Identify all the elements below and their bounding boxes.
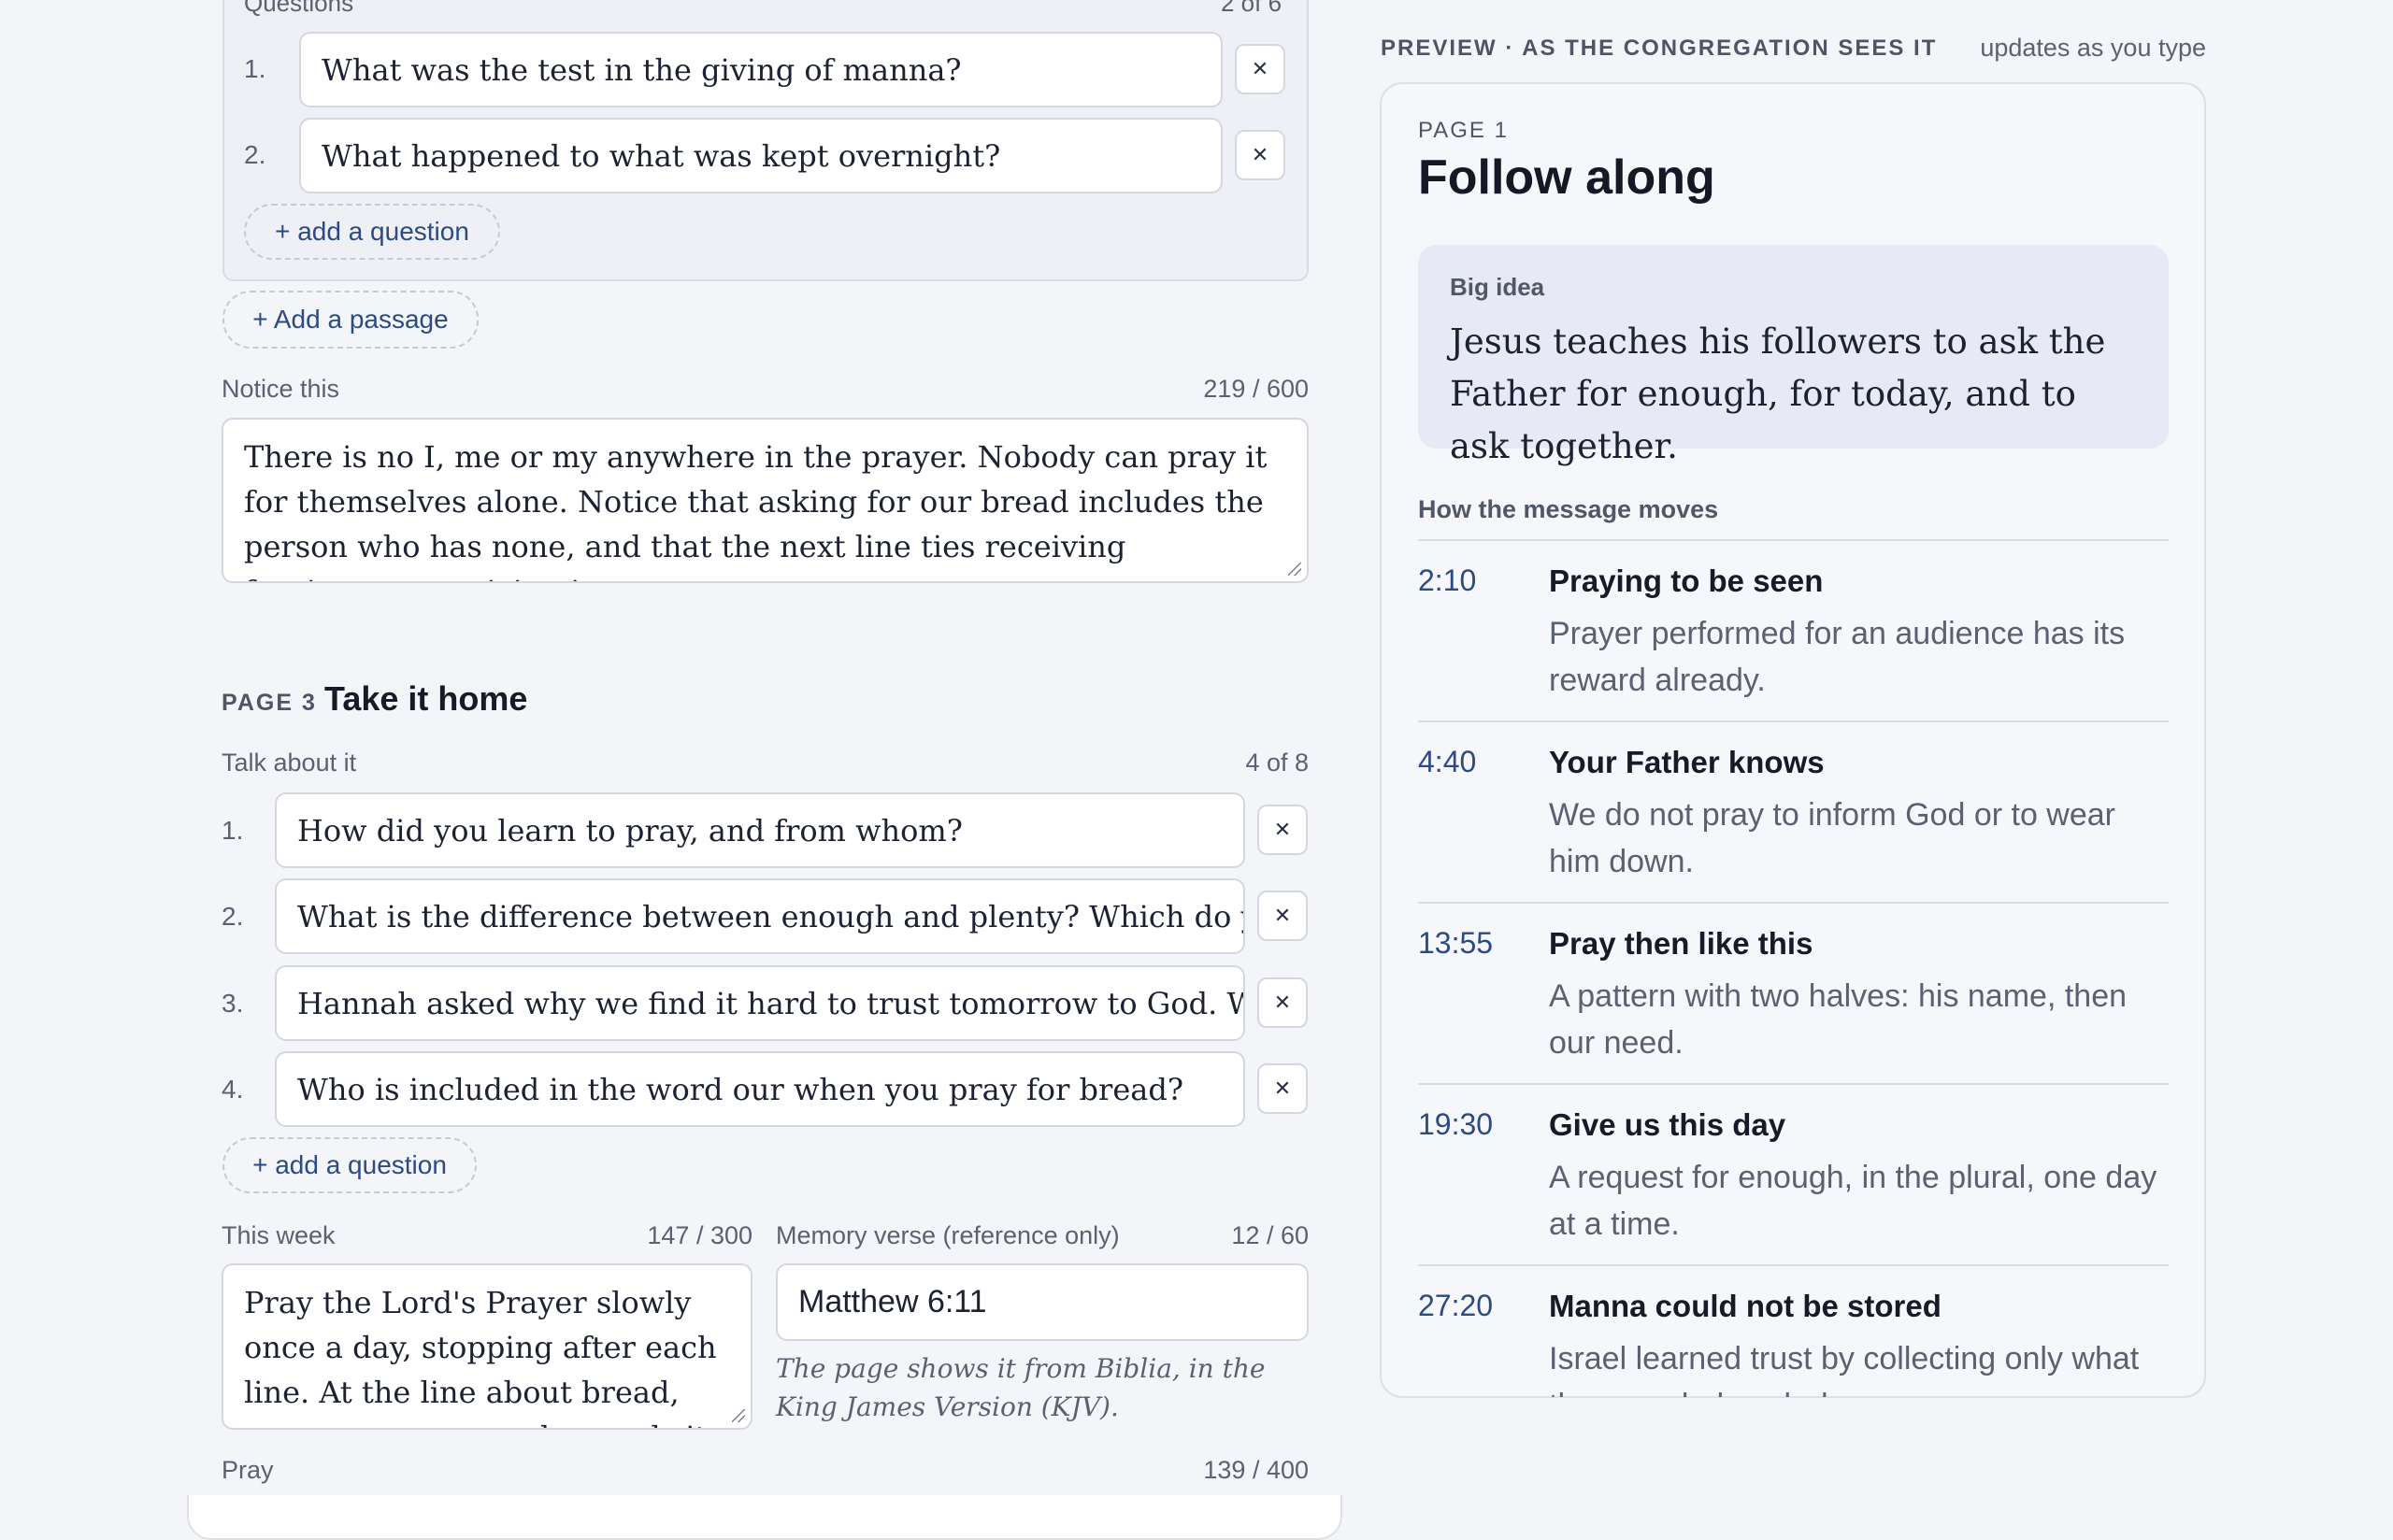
this-week-count: 147 / 300 (647, 1221, 752, 1249)
remove-question-button[interactable]: ✕ (1257, 977, 1308, 1028)
big-idea-box: Big idea Jesus teaches his followers to … (1418, 245, 2169, 466)
move-timestamp: 4:40 (1418, 745, 1477, 778)
move-timestamp: 13:55 (1418, 926, 1494, 960)
notice-textarea[interactable]: There is no I, me or my anywhere in the … (222, 418, 1309, 583)
remove-question-button[interactable]: ✕ (1257, 1063, 1308, 1114)
preview-title: Follow along (1418, 150, 1715, 205)
add-passage-button[interactable]: + Add a passage (222, 291, 479, 349)
this-week-text: Pray the Lord's Prayer slowly once a day… (244, 1285, 717, 1428)
move-title: Pray then like this (1549, 926, 1813, 961)
talk-count: 4 of 8 (1245, 749, 1309, 777)
close-icon: ✕ (1251, 57, 1269, 80)
question-number: 2. (244, 140, 266, 169)
list-item: 2:10 Praying to be seen Prayer performed… (1418, 539, 2169, 720)
message-moves-list: 2:10 Praying to be seen Prayer performed… (1418, 539, 2169, 1397)
memory-verse-count: 12 / 60 (1231, 1221, 1309, 1249)
talk-question-input[interactable]: Hannah asked why we find it hard to trus… (275, 965, 1245, 1041)
pray-count: 139 / 400 (1203, 1456, 1309, 1484)
move-description: Prayer performed for an audience has its… (1549, 616, 2126, 698)
questions-count: 2 of 6 (1221, 0, 1282, 17)
list-item: 4:40 Your Father knows We do not pray to… (1418, 720, 2169, 902)
remove-question-button[interactable]: ✕ (1257, 891, 1308, 941)
moves-label: How the message moves (1418, 495, 1719, 523)
remove-question-button[interactable]: ✕ (1235, 130, 1285, 180)
remove-question-button[interactable]: ✕ (1235, 44, 1285, 94)
editor-panel: Questions 2 of 6 1. What was the test in… (0, 0, 1365, 1540)
add-question-button[interactable]: + add a question (222, 1137, 477, 1193)
move-timestamp: 27:20 (1418, 1289, 1494, 1322)
page-title: Take it home (324, 679, 528, 718)
this-week-textarea[interactable]: Pray the Lord's Prayer slowly once a day… (222, 1263, 752, 1430)
list-item: 27:20 Manna could not be stored Israel l… (1418, 1264, 2169, 1397)
close-icon: ✕ (1251, 143, 1269, 166)
talk-question-input[interactable]: Who is included in the word our when you… (275, 1051, 1245, 1127)
move-description: A request for enough, in the plural, one… (1549, 1160, 2157, 1242)
notice-char-count: 219 / 600 (1203, 375, 1309, 403)
move-timestamp: 2:10 (1418, 563, 1477, 597)
move-title: Give us this day (1549, 1107, 1786, 1142)
memory-verse-note: The page shows it from Biblia, in the Ki… (776, 1353, 1266, 1422)
question-number: 3. (222, 989, 244, 1018)
this-week-label: This week (222, 1221, 336, 1249)
question-number: 4. (222, 1075, 244, 1104)
question-input[interactable]: What was the test in the giving of manna… (299, 32, 1223, 107)
preview-page-tag: PAGE 1 (1418, 118, 1509, 143)
question-input[interactable]: What happened to what was kept overnight… (299, 118, 1223, 193)
memory-verse-label: Memory verse (reference only) (776, 1221, 1120, 1249)
close-icon: ✕ (1273, 991, 1292, 1014)
move-description: We do not pray to inform God or to wear … (1549, 797, 2115, 879)
resize-handle[interactable] (732, 1409, 745, 1422)
close-icon: ✕ (1273, 818, 1292, 841)
notice-text: There is no I, me or my anywhere in the … (244, 439, 1268, 581)
preview-header: PREVIEW · AS THE CONGREGATION SEES IT (1381, 36, 1938, 61)
move-title: Your Father knows (1549, 745, 1825, 779)
move-description: Israel learned trust by collecting only … (1549, 1341, 2140, 1397)
big-idea-text: Jesus teaches his followers to ask the F… (1450, 321, 2106, 466)
page-tag: PAGE 3 (222, 690, 317, 716)
notice-label: Notice this (222, 375, 340, 403)
close-icon: ✕ (1273, 904, 1292, 927)
question-number: 2. (222, 902, 244, 931)
resize-handle[interactable] (1288, 563, 1301, 576)
question-number: 1. (244, 54, 266, 83)
add-question-button[interactable]: + add a question (244, 204, 500, 260)
close-icon: ✕ (1273, 1077, 1292, 1100)
question-number: 1. (222, 816, 244, 845)
list-item: 19:30 Give us this day A request for eno… (1418, 1083, 2169, 1264)
move-title: Praying to be seen (1549, 563, 1824, 598)
talk-label: Talk about it (222, 749, 357, 777)
move-timestamp: 19:30 (1418, 1107, 1494, 1141)
preview-updates-note: updates as you type (1980, 34, 2206, 62)
questions-label: Questions (244, 0, 354, 17)
list-item: 13:55 Pray then like this A pattern with… (1418, 902, 2169, 1083)
memory-verse-input[interactable]: Matthew 6:11 (776, 1263, 1309, 1341)
talk-question-input[interactable]: What is the difference between enough an… (275, 878, 1245, 954)
move-title: Manna could not be stored (1549, 1289, 1942, 1323)
move-description: A pattern with two halves: his name, the… (1549, 978, 2128, 1061)
big-idea-label: Big idea (1450, 273, 1545, 301)
pray-label: Pray (222, 1456, 274, 1484)
remove-question-button[interactable]: ✕ (1257, 805, 1308, 855)
talk-question-input[interactable]: How did you learn to pray, and from whom… (275, 792, 1245, 868)
